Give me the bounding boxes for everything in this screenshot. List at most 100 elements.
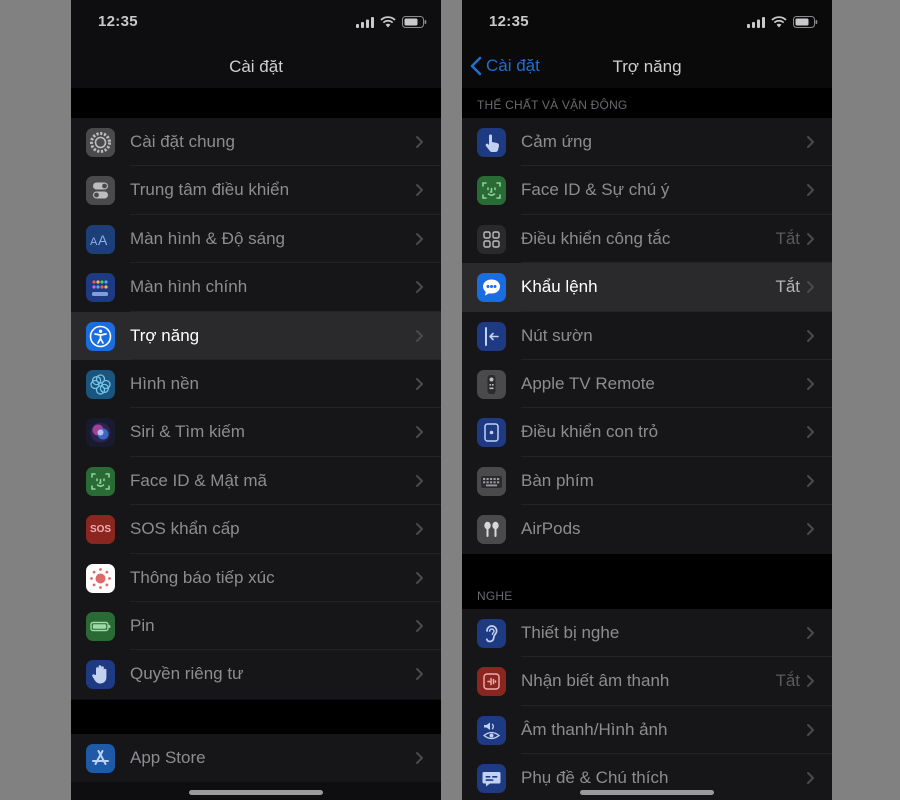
settings-group-store: App Store xyxy=(71,734,441,783)
face-id-icon xyxy=(477,176,506,206)
settings-row-dieu-khien-con-tro[interactable]: Điều khiển con trỏ xyxy=(462,408,832,457)
chevron-right-icon xyxy=(807,377,814,390)
settings-row-face-id-mat-ma[interactable]: Face ID & Mật mã xyxy=(71,457,441,506)
row-label: Quyền riêng tư xyxy=(130,664,244,684)
chevron-right-icon xyxy=(416,474,423,487)
row-label: Trợ năng xyxy=(130,325,200,345)
row-label: Cảm ứng xyxy=(521,132,592,151)
subtitles-icon xyxy=(477,764,506,794)
chevron-right-icon xyxy=(416,377,423,390)
sos-icon: SOS xyxy=(86,515,115,545)
wifi-icon xyxy=(380,16,396,28)
signal-icon xyxy=(356,16,374,28)
group-spacer xyxy=(71,700,441,734)
settings-group-hearing: Thiết bị nghe Nhận biết âm thanh Tắt Âm tha… xyxy=(462,609,832,800)
accessibility-screen: 12:35 Cài đặt Trợ năng THỂ CHẤT VÀ VẬN Đ… xyxy=(462,0,832,800)
section-spacer xyxy=(462,554,832,609)
voice-control-icon xyxy=(477,273,506,303)
row-label: Cài đặt chung xyxy=(130,132,235,151)
settings-row-quyen-rieng-tu[interactable]: Quyền riêng tư xyxy=(71,650,441,698)
settings-row-thong-bao-tiep-xuc[interactable]: Thông báo tiếp xúc xyxy=(71,554,441,602)
row-label: Apple TV Remote xyxy=(521,373,655,393)
status-bar: 12:35 xyxy=(71,0,441,44)
status-time: 12:35 xyxy=(98,13,138,30)
settings-row-siri-tim-kiem[interactable]: Siri & Tìm kiếm xyxy=(71,408,441,457)
row-label: App Store xyxy=(130,748,206,767)
face-id-icon xyxy=(86,466,115,496)
app-grid-icon xyxy=(86,273,115,303)
row-label: Trung tâm điều khiển xyxy=(130,180,290,200)
settings-row-dieu-khien-cong-tac[interactable]: Điều khiển công tắc Tắt xyxy=(462,215,832,264)
settings-row-ban-phim[interactable]: Bàn phím xyxy=(462,457,832,506)
home-indicator[interactable] xyxy=(580,790,714,795)
chevron-right-icon xyxy=(807,329,814,342)
settings-row-apple-tv-remote[interactable]: Apple TV Remote xyxy=(462,360,832,409)
side-button-icon xyxy=(477,321,506,351)
chevron-right-icon xyxy=(416,184,423,197)
hand-icon xyxy=(86,660,115,690)
accessibility-icon xyxy=(86,321,115,351)
chevron-right-icon xyxy=(416,752,423,764)
chevron-right-icon xyxy=(807,426,814,439)
settings-group-physical: Cảm ứng Face ID & Sự chú ý Điều khiển công… xyxy=(462,118,832,554)
settings-row-tro-nang[interactable]: Trợ năng xyxy=(71,311,441,360)
page-title: Cài đặt xyxy=(229,57,283,76)
row-label: Face ID & Mật mã xyxy=(130,470,267,490)
chevron-right-icon xyxy=(416,329,423,342)
section-header: NGHE xyxy=(477,589,513,603)
settings-row-cai-dat-chung[interactable]: Cài đặt chung xyxy=(71,118,441,167)
settings-row-am-thanh-hinh-anh[interactable]: Âm thanh/Hình ảnh xyxy=(462,706,832,755)
status-icons xyxy=(356,16,427,28)
settings-row-pin[interactable]: Pin xyxy=(71,602,441,651)
section-header: THỂ CHẤT VÀ VẬN ĐỘNG xyxy=(477,98,628,112)
chevron-right-icon xyxy=(416,619,423,632)
chevron-right-icon xyxy=(807,627,814,639)
ear-icon xyxy=(477,619,506,648)
svg-text:A: A xyxy=(90,236,98,248)
chevron-right-icon xyxy=(416,523,423,536)
chevron-right-icon xyxy=(807,523,814,536)
row-label: Điều khiển công tắc xyxy=(521,228,671,248)
toggles-icon xyxy=(86,176,115,206)
battery-status-icon xyxy=(793,16,818,28)
text-size-icon: AA xyxy=(86,224,115,254)
settings-row-nut-suon[interactable]: Nút sườn xyxy=(462,312,832,360)
chevron-right-icon xyxy=(416,136,423,148)
settings-row-man-hinh-do-sang[interactable]: A A Màn hình & Độ sáng xyxy=(71,215,441,264)
home-indicator[interactable] xyxy=(189,790,323,795)
row-label: Thiết bị nghe xyxy=(521,623,620,642)
chevron-right-icon xyxy=(416,281,423,294)
row-label: Màn hình chính xyxy=(130,277,248,297)
settings-row-nhan-biet-am-thanh[interactable]: Nhận biết âm thanh Tắt xyxy=(462,657,832,706)
settings-row-hinh-nen[interactable]: Hình nền xyxy=(71,360,441,409)
chevron-right-icon xyxy=(416,668,423,681)
chevron-right-icon xyxy=(807,675,814,688)
chevron-right-icon xyxy=(807,772,814,785)
chevron-right-icon xyxy=(807,474,814,487)
settings-row-airpods[interactable]: AirPods xyxy=(462,505,832,553)
svg-text:A: A xyxy=(98,232,108,248)
row-label: Bàn phím xyxy=(521,470,594,490)
row-label: Siri & Tìm kiếm xyxy=(130,422,245,442)
row-value: Tắt xyxy=(775,228,800,248)
settings-row-khau-lenh[interactable]: Khẩu lệnh Tắt xyxy=(462,263,832,312)
keyboard-icon xyxy=(477,466,506,496)
row-label: Phụ đề & Chú thích xyxy=(521,768,669,788)
settings-row-trung-tam-dieu-khien[interactable]: Trung tâm điều khiển xyxy=(71,166,441,215)
settings-row-sos-khan-cap[interactable]: SOS SOS khẩn cấp xyxy=(71,505,441,554)
group-spacer xyxy=(71,88,441,118)
settings-row-face-id-su-chu-y[interactable]: Face ID & Sự chú ý xyxy=(462,166,832,215)
gear-icon xyxy=(86,128,115,157)
siri-icon xyxy=(86,418,115,448)
page-title: Trợ năng xyxy=(612,57,682,76)
row-label: Face ID & Sự chú ý xyxy=(521,180,670,200)
chevron-right-icon xyxy=(416,571,423,584)
settings-row-man-hinh-chinh[interactable]: Màn hình chính xyxy=(71,263,441,312)
battery-status-icon xyxy=(402,16,427,28)
settings-row-thiet-bi-nghe[interactable]: Thiết bị nghe xyxy=(462,609,832,658)
sos-icon-text: SOS xyxy=(89,524,112,536)
chevron-right-icon xyxy=(807,281,814,294)
flower-icon xyxy=(86,369,115,399)
settings-row-cam-ung[interactable]: Cảm ứng xyxy=(462,118,832,167)
settings-row-app-store[interactable]: App Store xyxy=(71,734,441,782)
